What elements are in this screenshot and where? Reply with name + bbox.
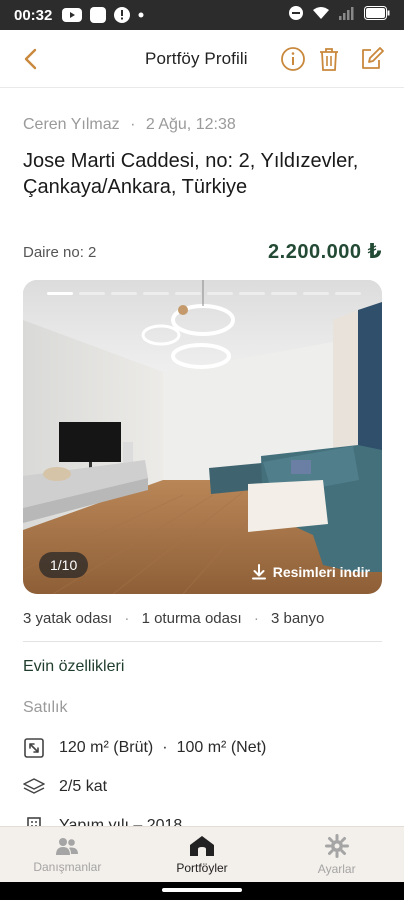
- area-gross: 120 m² (Brüt): [59, 739, 154, 756]
- nav-item-settings[interactable]: Ayarlar: [269, 827, 404, 882]
- area-separator: ·: [162, 739, 168, 756]
- top-app-bar: Portföy Profili: [0, 30, 404, 88]
- room-photo: [23, 280, 382, 594]
- listing-content[interactable]: Ceren Yılmaz · 2 Ağu, 12:38 Jose Marti C…: [0, 88, 404, 826]
- bathroom-count: 3 banyo: [270, 610, 325, 627]
- nav-label: Ayarlar: [317, 861, 356, 876]
- delete-button[interactable]: [314, 44, 344, 74]
- page-dot: [303, 292, 329, 295]
- listing-price: 2.200.000 ₺: [268, 241, 382, 263]
- bottom-navigation: Danışmanlar Portföyler Ayarlar: [0, 826, 404, 882]
- status-bar: 00:32: [0, 0, 404, 30]
- listing-meta: Ceren Yılmaz · 2 Ağu, 12:38: [23, 116, 236, 134]
- build-year: Yapım yılı – 2018: [59, 817, 183, 826]
- page-dot: [239, 292, 265, 295]
- floor-info: 2/5 kat: [59, 778, 108, 795]
- meta-separator: ·: [130, 116, 136, 133]
- nav-label: Danışmanlar: [33, 859, 102, 874]
- features-heading: Evin özellikleri: [23, 658, 125, 675]
- area-row: 120 m² (Brüt) · 100 m² (Net): [23, 737, 266, 759]
- floor-row: 2/5 kat: [23, 776, 107, 798]
- app-screen: Portföy Profili Ceren Yılmaz · 2 Ağu, 12…: [0, 30, 404, 882]
- listing-address: Jose Marti Caddesi, no: 2, Yıldızevler, …: [23, 150, 359, 198]
- chevron-left-icon: [24, 48, 37, 70]
- page-dot: [47, 292, 73, 295]
- page-dot: [335, 292, 361, 295]
- nav-item-advisors[interactable]: Danışmanlar: [0, 827, 135, 882]
- photo-gallery[interactable]: 1/10 Resimleri indir: [23, 280, 382, 594]
- gallery-pagination: [47, 292, 361, 295]
- unit-number: Daire no: 2: [23, 244, 97, 261]
- edit-button[interactable]: [357, 44, 387, 74]
- year-row: Yapım yılı – 2018: [23, 815, 182, 826]
- more-notifications-icon: [138, 12, 144, 18]
- page-dot: [271, 292, 297, 295]
- page-dot: [143, 292, 169, 295]
- page-title: Portföy Profili: [145, 49, 248, 68]
- page-dot: [207, 292, 233, 295]
- layers-icon: [23, 776, 45, 798]
- listing-status: Satılık: [23, 699, 68, 716]
- alert-notification-icon: [114, 7, 131, 23]
- battery-icon: [364, 6, 390, 24]
- wifi-icon: [312, 6, 330, 24]
- home-indicator[interactable]: [162, 888, 242, 892]
- created-date: 2 Ağu, 12:38: [145, 116, 236, 133]
- page-dot: [175, 292, 201, 295]
- dnd-icon: [288, 5, 304, 25]
- trash-icon: [320, 48, 338, 71]
- room-separator: ·: [253, 610, 259, 627]
- image-counter: 1/10: [39, 552, 89, 578]
- room-separator: ·: [124, 610, 130, 627]
- back-button[interactable]: [16, 44, 46, 74]
- living-room-count: 1 oturma odası: [141, 610, 242, 627]
- download-icon: [251, 564, 266, 580]
- youtube-notification-icon: [62, 8, 83, 22]
- gear-icon: [324, 833, 349, 858]
- house-icon: [190, 835, 214, 856]
- resize-icon: [23, 737, 45, 759]
- section-divider: [23, 641, 382, 642]
- gesture-area: [0, 882, 404, 900]
- people-icon: [56, 837, 79, 855]
- info-button[interactable]: [278, 44, 308, 74]
- edit-icon: [362, 47, 384, 69]
- bedroom-count: 3 yatak odası: [23, 610, 113, 627]
- nav-item-portfolios[interactable]: Portföyler: [135, 827, 270, 882]
- page-dot: [111, 292, 137, 295]
- page-dot: [79, 292, 105, 295]
- area-net: 100 m² (Net): [176, 739, 267, 756]
- signal-icon: [338, 6, 356, 24]
- download-images-button[interactable]: Resimleri indir: [251, 564, 370, 580]
- app-notification-icon: [90, 7, 107, 23]
- nav-label: Portföyler: [176, 860, 228, 875]
- info-circle-icon: [281, 47, 305, 71]
- download-label: Resimleri indir: [272, 564, 370, 580]
- author-name: Ceren Yılmaz: [23, 116, 120, 133]
- room-summary: 3 yatak odası · 1 oturma odası · 3 banyo: [23, 610, 324, 627]
- status-time: 00:32: [14, 6, 53, 24]
- building-icon: [23, 815, 45, 826]
